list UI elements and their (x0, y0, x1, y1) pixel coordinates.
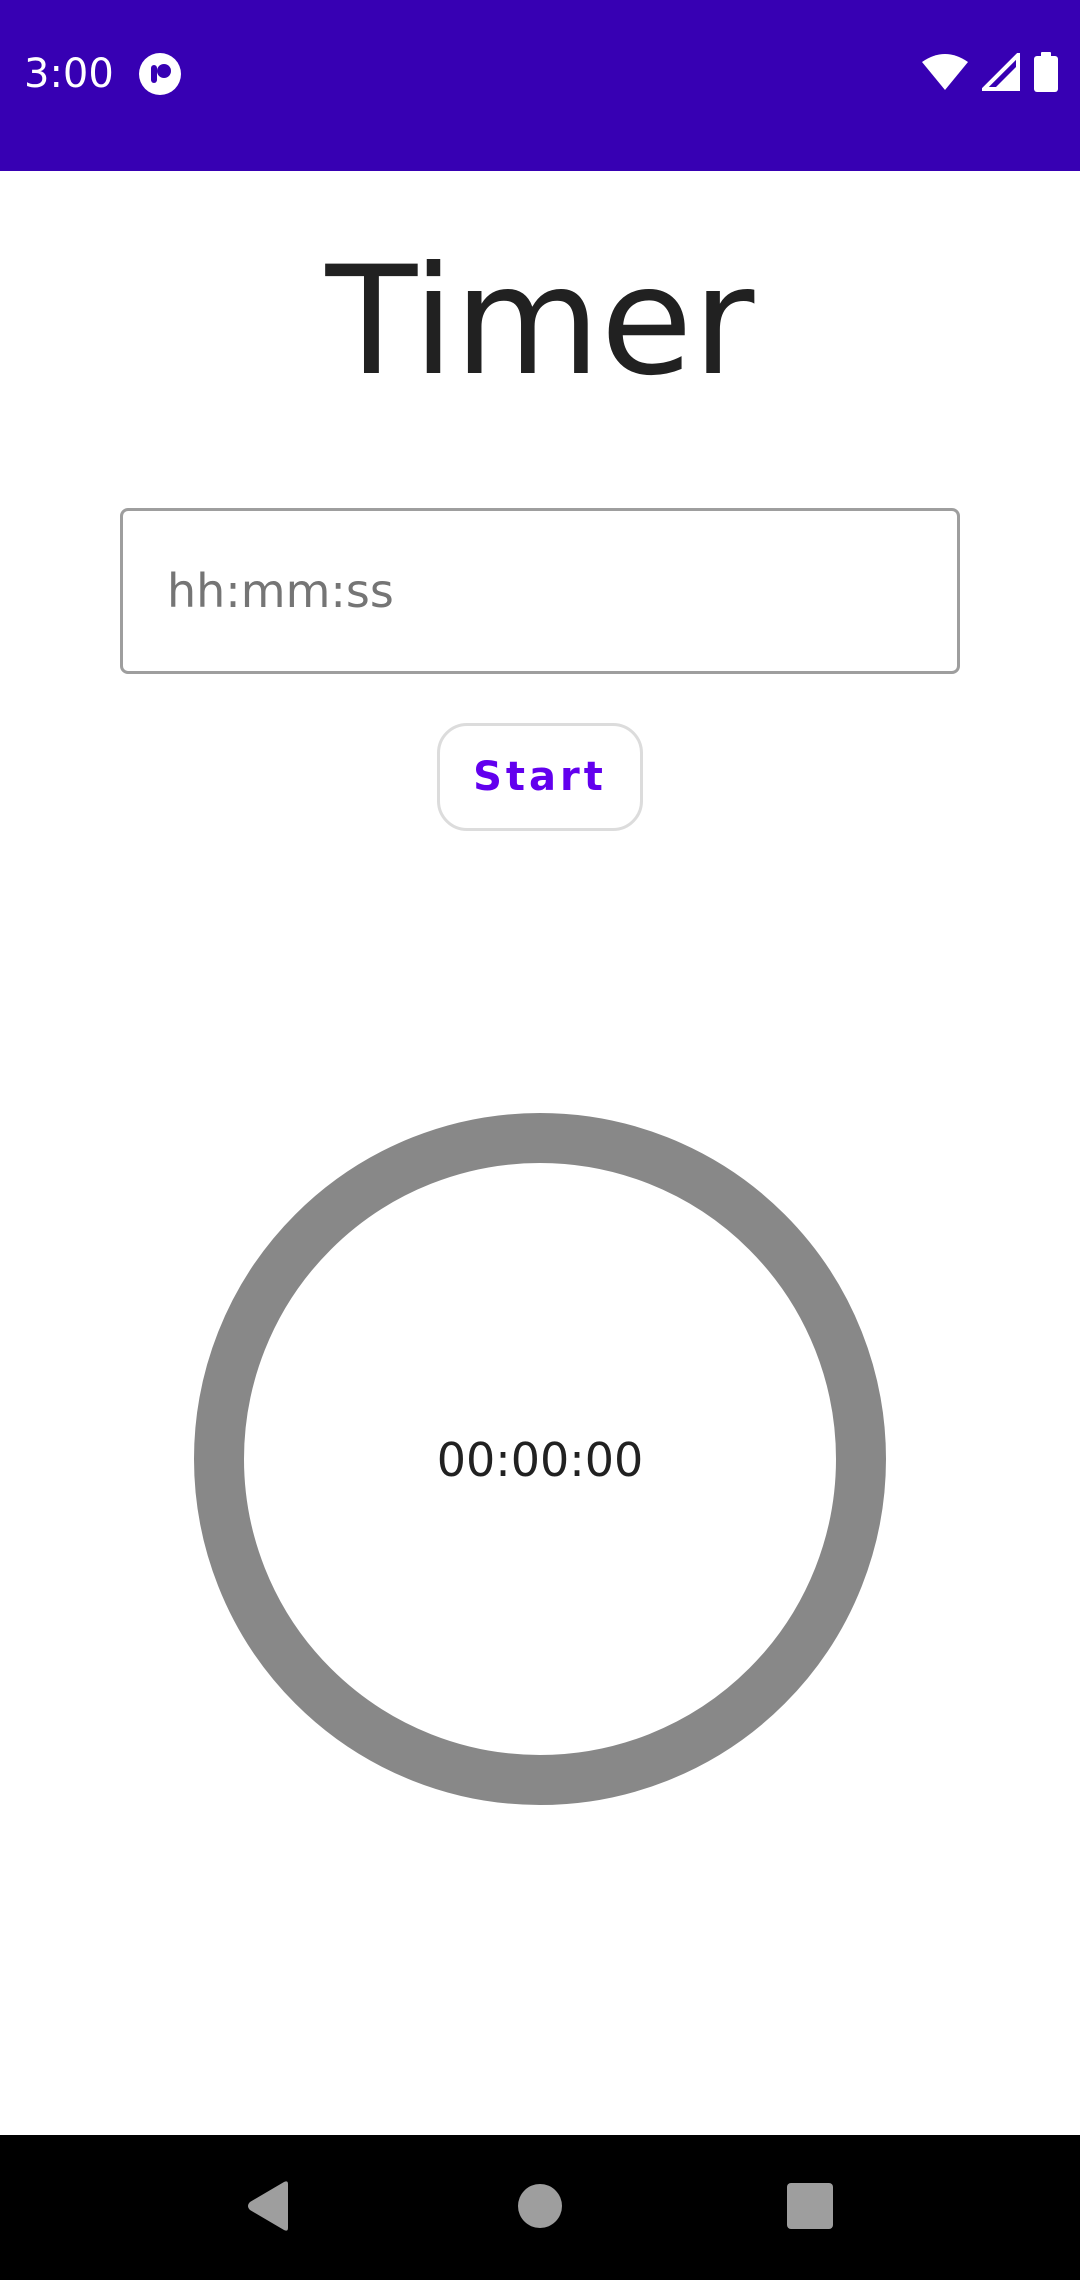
recents-icon (787, 2182, 833, 2233)
cellular-signal-icon (979, 50, 1020, 95)
duration-input[interactable] (167, 511, 927, 671)
wifi-icon (922, 54, 968, 94)
recents-button[interactable] (730, 2135, 890, 2280)
status-bar: 3:00 (0, 0, 1080, 171)
start-button[interactable]: Start (437, 723, 643, 831)
back-button[interactable] (188, 2135, 348, 2280)
home-button[interactable] (460, 2135, 620, 2280)
countdown-display: 00:00:00 (436, 1433, 644, 1487)
home-icon (517, 2183, 563, 2233)
status-time: 3:00 (24, 51, 114, 97)
navigation-bar (0, 2135, 1080, 2280)
page-title: Timer (325, 235, 755, 409)
timer-screen: 3:00 Timer hh:mm:ss Start 00:00:00 (0, 0, 1080, 2280)
notification-app-icon (138, 52, 182, 96)
back-icon (244, 2180, 292, 2236)
status-icons (922, 50, 1058, 96)
battery-icon (1034, 52, 1058, 96)
duration-field[interactable] (120, 508, 960, 674)
